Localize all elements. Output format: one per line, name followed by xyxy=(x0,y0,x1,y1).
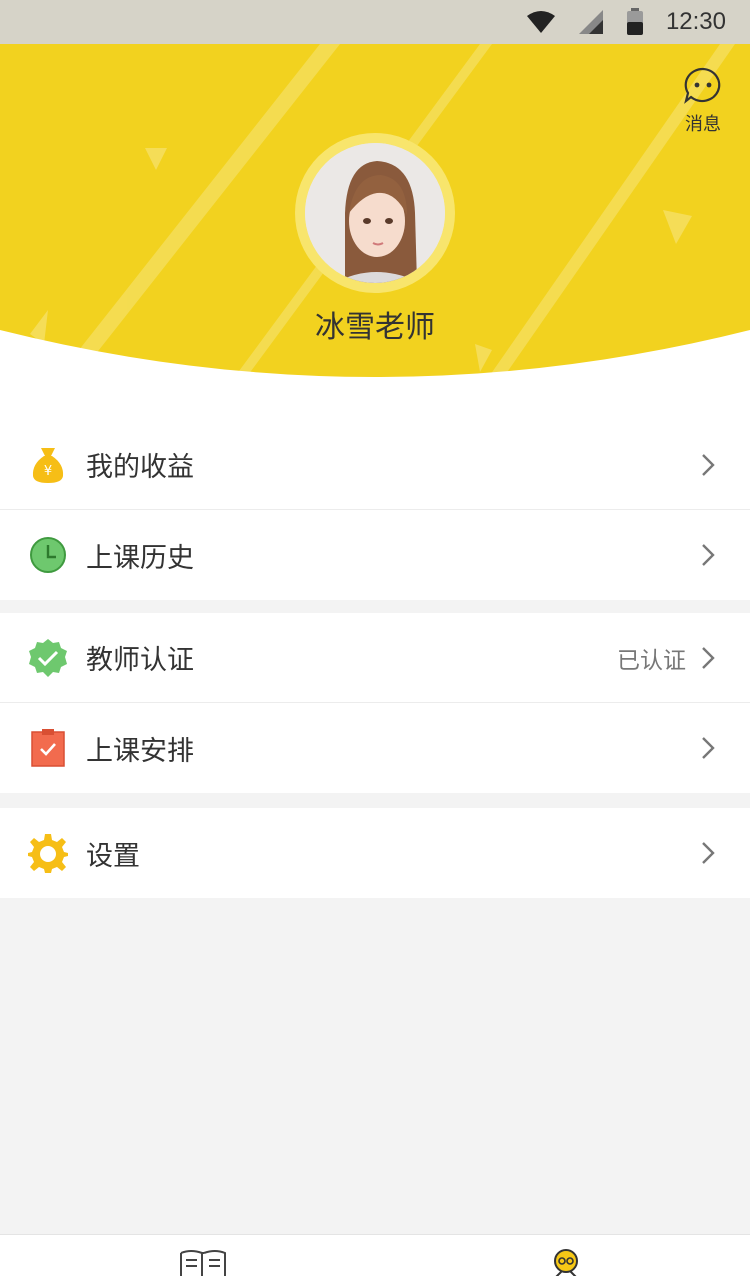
message-label: 消息 xyxy=(685,114,721,135)
chevron-right-icon xyxy=(702,646,715,669)
chevron-right-icon xyxy=(702,453,715,476)
status-bar: 12:30 xyxy=(0,0,750,44)
menu-item-teacher-certification[interactable]: 教师认证 已认证 xyxy=(0,613,750,703)
chevron-right-icon xyxy=(702,544,715,566)
status-time: 12:30 xyxy=(665,8,726,35)
tab-profile[interactable] xyxy=(536,1249,596,1276)
clock-icon xyxy=(28,535,68,575)
tab-course[interactable] xyxy=(173,1249,233,1276)
menu-item-class-schedule[interactable]: 上课安排 xyxy=(0,703,750,793)
menu-item-settings[interactable]: 设置 xyxy=(0,808,750,898)
chat-bubble-icon xyxy=(683,66,723,108)
clipboard-check-icon xyxy=(28,728,68,768)
menu-item-label: 教师认证 xyxy=(86,645,194,676)
menu-group-teacher: 教师认证 已认证 上课安排 xyxy=(0,613,750,793)
menu-item-label: 上课历史 xyxy=(86,542,194,574)
book-icon xyxy=(179,1249,227,1276)
certification-status: 已认证 xyxy=(617,647,686,674)
verified-badge-icon xyxy=(28,638,68,678)
menu-item-label: 上课安排 xyxy=(86,735,194,767)
profile-header: 消息 冰雪老师 xyxy=(0,44,750,424)
avatar-ring xyxy=(295,133,455,293)
avatar[interactable] xyxy=(305,143,445,283)
money-bag-icon: ¥ xyxy=(28,445,68,485)
chevron-right-icon xyxy=(702,842,715,864)
menu-item-label: 我的收益 xyxy=(86,452,194,483)
gear-icon xyxy=(28,833,68,873)
svg-text:¥: ¥ xyxy=(44,464,52,479)
profile-icon xyxy=(550,1249,582,1276)
menu-item-label: 设置 xyxy=(86,840,140,872)
menu-item-class-history[interactable]: 上课历史 xyxy=(0,510,750,600)
wifi-icon xyxy=(526,10,556,34)
bottom-tab-bar xyxy=(0,1234,750,1276)
menu-item-earnings[interactable]: ¥ 我的收益 xyxy=(0,420,750,510)
menu-group-earnings: ¥ 我的收益 上课历史 xyxy=(0,420,750,600)
battery-icon xyxy=(626,8,644,36)
message-button[interactable]: 消息 xyxy=(676,66,730,136)
cell-signal-icon xyxy=(578,9,604,35)
chevron-right-icon xyxy=(702,737,715,759)
menu-group-settings: 设置 xyxy=(0,808,750,898)
username: 冰雪老师 xyxy=(315,310,435,345)
